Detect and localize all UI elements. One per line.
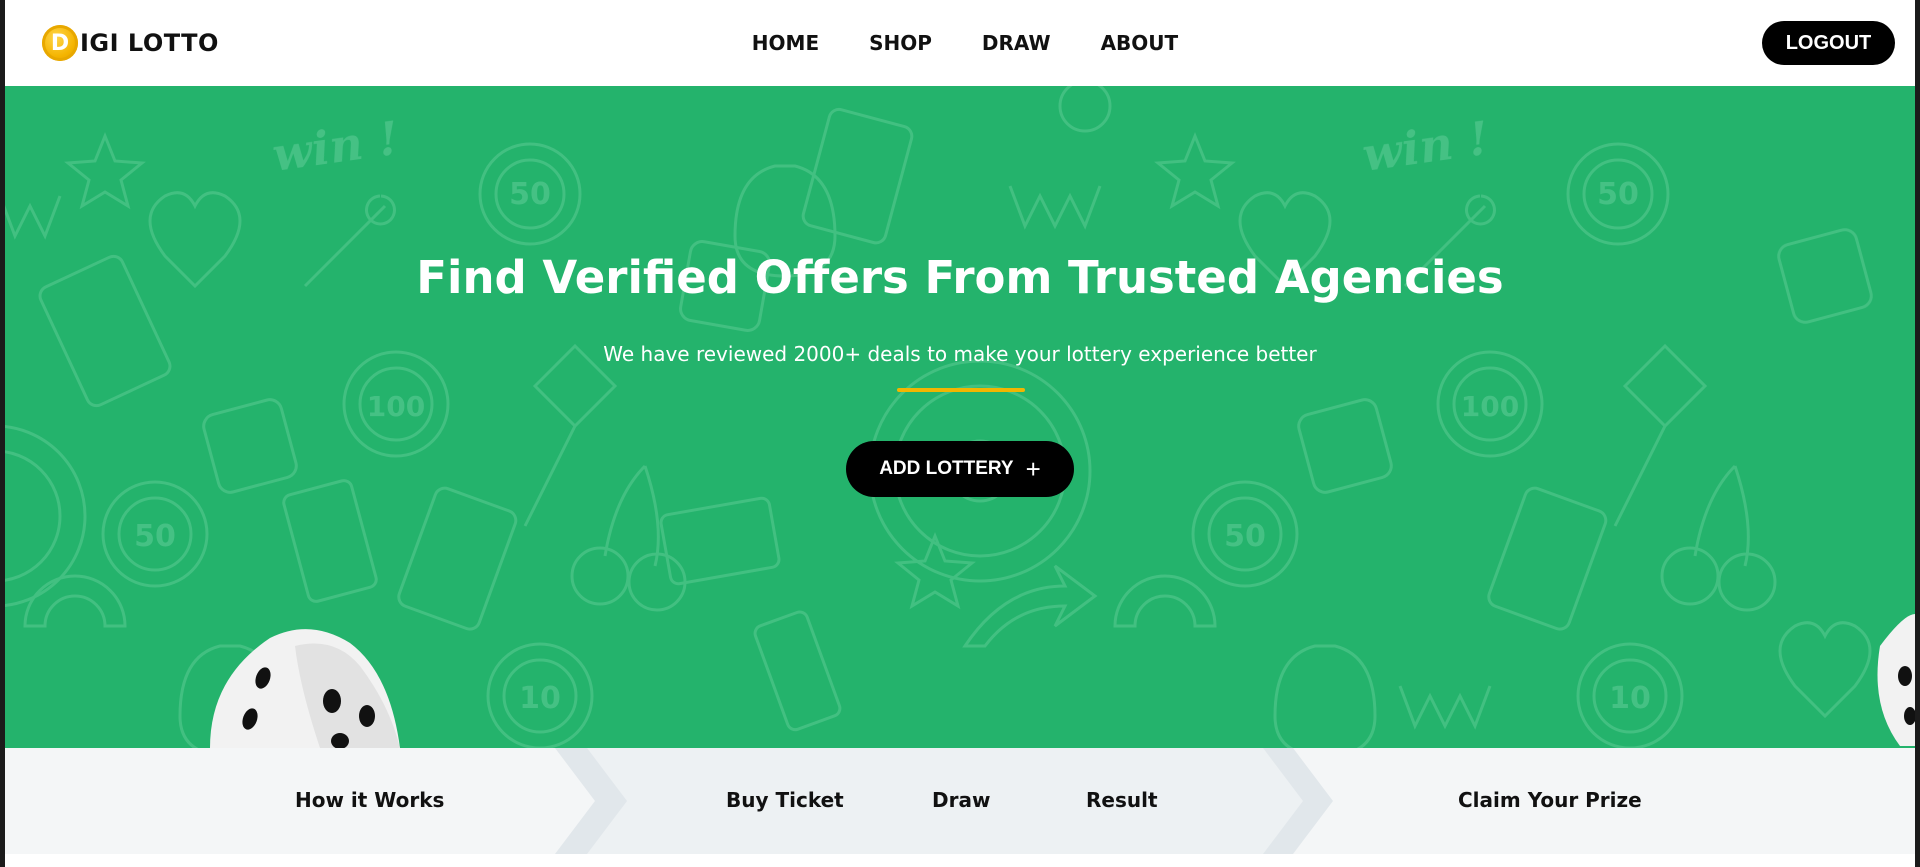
hero-subtitle: We have reviewed 2000+ deals to make you…	[603, 342, 1317, 366]
coin-logo-icon: D	[42, 25, 78, 61]
plus-icon: +	[1025, 454, 1041, 484]
logout-button[interactable]: LOGOUT	[1762, 21, 1895, 65]
nav-item-home[interactable]: HOME	[752, 31, 819, 55]
step-draw: Draw	[932, 788, 991, 812]
hero-banner: win ! win ! 50 50 50 50 100 100 10 10 Fi…	[5, 86, 1915, 748]
pattern-text-50: 50	[1597, 177, 1639, 212]
hero-title: Find Verified Offers From Trusted Agenci…	[416, 251, 1504, 304]
step-buy-ticket: Buy Ticket	[726, 788, 844, 812]
pattern-text-50: 50	[134, 519, 176, 554]
pattern-text-win: win !	[269, 111, 402, 182]
roulette-wheel-icon	[5, 425, 87, 607]
pattern-text-win: win !	[1359, 111, 1492, 182]
accent-divider	[897, 388, 1025, 392]
nav-item-draw[interactable]: DRAW	[982, 31, 1051, 55]
casino-pattern-background: win ! win ! 50 50 50 50 100 100 10 10	[5, 86, 1915, 748]
how-it-works-bar: How it Works Buy Ticket Draw Result Clai…	[5, 748, 1915, 854]
brand-logo[interactable]: D IGI LOTTO	[42, 24, 219, 62]
add-lottery-label: ADD LOTTERY	[879, 458, 1014, 479]
pattern-text-50: 50	[509, 177, 551, 212]
brand-name: IGI LOTTO	[80, 29, 219, 57]
nav-item-about[interactable]: ABOUT	[1101, 31, 1179, 55]
pattern-text-10: 10	[519, 681, 561, 716]
pattern-text-10: 10	[1609, 681, 1651, 716]
page-frame: D IGI LOTTO HOME SHOP DRAW ABOUT LOGOUT	[5, 0, 1915, 867]
pattern-text-50: 50	[1224, 519, 1266, 554]
dice-decoration-right	[1877, 614, 1915, 746]
top-navbar: D IGI LOTTO HOME SHOP DRAW ABOUT LOGOUT	[5, 0, 1915, 86]
nav-item-shop[interactable]: SHOP	[869, 31, 932, 55]
main-nav: HOME SHOP DRAW ABOUT	[5, 0, 1915, 86]
step-result: Result	[1086, 788, 1158, 812]
pattern-text-100: 100	[1461, 390, 1519, 423]
pattern-text-100: 100	[367, 390, 425, 423]
add-lottery-button[interactable]: ADD LOTTERY +	[846, 441, 1074, 497]
step-claim-prize: Claim Your Prize	[1458, 788, 1642, 812]
how-it-works-label: How it Works	[295, 788, 445, 812]
